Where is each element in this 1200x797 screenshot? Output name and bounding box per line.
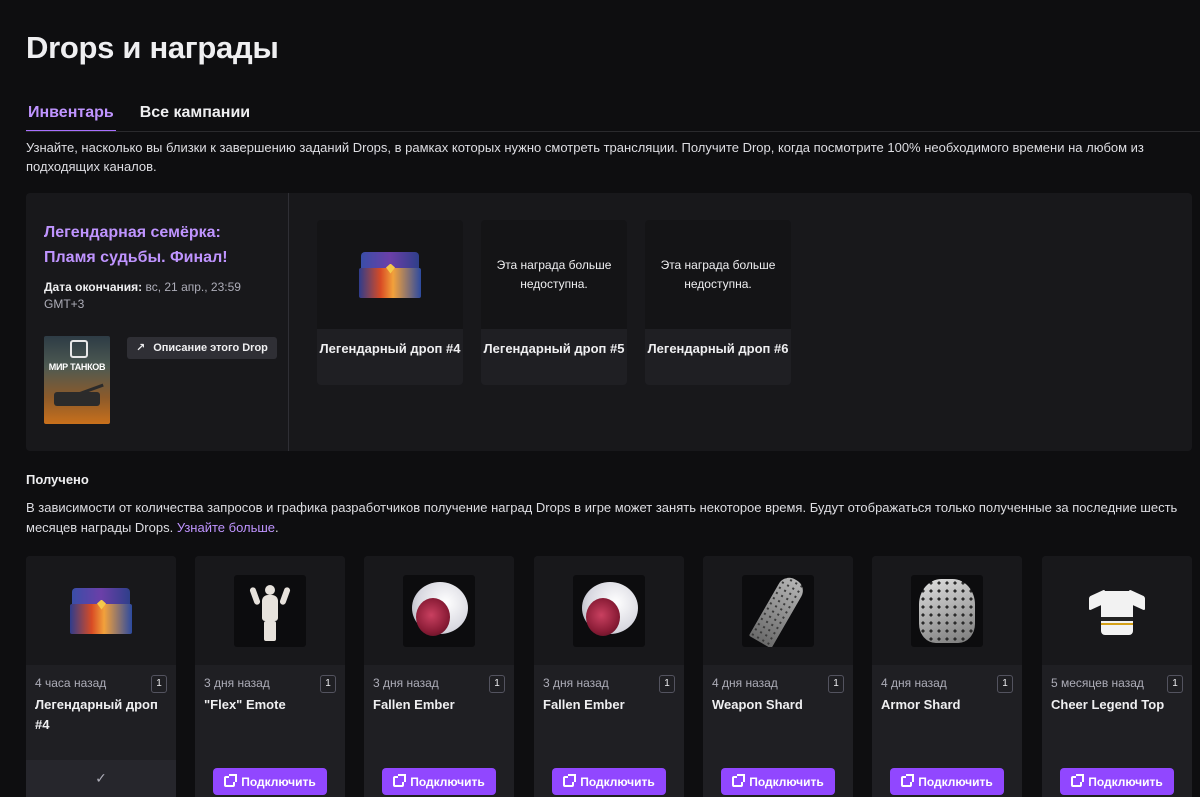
reward-image xyxy=(703,556,853,665)
connect-button[interactable]: Подключить xyxy=(213,768,327,795)
reward-count: 1 xyxy=(659,675,675,693)
game-emblem-icon xyxy=(70,340,88,358)
tabs: Инвентарь Все кампании xyxy=(26,100,274,132)
reward-count: 1 xyxy=(489,675,505,693)
tab-all-campaigns[interactable]: Все кампании xyxy=(138,100,252,132)
reward-count: 1 xyxy=(997,675,1013,693)
arrow-up-right-icon: ↗ xyxy=(136,342,146,354)
reward-image xyxy=(1042,556,1192,665)
reward-name: Fallen Ember xyxy=(543,697,625,712)
campaign-title[interactable]: Легендарная семёрка: Пламя судьбы. Финал… xyxy=(44,220,264,270)
connect-button[interactable]: Подключить xyxy=(1060,768,1174,795)
external-link-icon xyxy=(901,774,915,787)
reward-card: 5 месяцев назад 1 Cheer Legend Top Подкл… xyxy=(1042,556,1192,797)
reward-count: 1 xyxy=(828,675,844,693)
armor-shard-icon xyxy=(919,578,975,643)
connect-button[interactable]: Подключить xyxy=(721,768,835,795)
connect-label: Подключить xyxy=(241,774,316,789)
reward-name: "Flex" Emote xyxy=(204,697,286,712)
tabs-divider xyxy=(26,131,1200,132)
page-title: Drops и награды xyxy=(26,30,279,65)
external-link-icon xyxy=(393,774,407,787)
drop-unavailable-text: Эта награда больше недоступна. xyxy=(496,257,612,291)
reward-time: 5 месяцев назад xyxy=(1051,676,1144,690)
reward-name: Fallen Ember xyxy=(373,697,455,712)
reward-time: 3 дня назад xyxy=(543,676,609,690)
reward-count: 1 xyxy=(1167,675,1183,693)
reward-time: 4 дня назад xyxy=(881,676,947,690)
reward-count: 1 xyxy=(320,675,336,693)
claimed-status: ✓ xyxy=(26,760,176,797)
drop-name: Легендарный дроп #5 xyxy=(483,341,625,356)
ember-icon xyxy=(408,580,470,642)
drop-unavailable-text: Эта награда больше недоступна. xyxy=(660,257,776,291)
received-title: Получено xyxy=(26,472,89,487)
game-box-art[interactable]: МИР ТАНКОВ xyxy=(44,336,110,424)
reward-card: 3 дня назад 1 Fallen Ember Подключить xyxy=(364,556,514,797)
reward-image xyxy=(26,556,176,665)
chest-icon xyxy=(359,251,421,298)
reward-card: 4 часа назад 1 Легендарный дроп #4 ✓ xyxy=(26,556,176,797)
received-description: В зависимости от количества запросов и г… xyxy=(26,498,1194,538)
end-date-label: Дата окончания: xyxy=(44,280,143,294)
connect-label: Подключить xyxy=(410,774,485,789)
learn-more-link[interactable]: Узнайте больше xyxy=(177,520,275,535)
reward-card: 4 дня назад 1 Weapon Shard Подключить xyxy=(703,556,853,797)
campaign-card: Легендарная семёрка: Пламя судьбы. Финал… xyxy=(26,193,1192,451)
reward-image xyxy=(195,556,345,665)
reward-image xyxy=(364,556,514,665)
ember-icon xyxy=(578,580,640,642)
connect-label: Подключить xyxy=(918,774,993,789)
campaign-info: Легендарная семёрка: Пламя судьбы. Финал… xyxy=(26,193,289,451)
external-link-icon xyxy=(563,774,577,787)
reward-card: 3 дня назад 1 "Flex" Emote Подключить xyxy=(195,556,345,797)
chest-icon xyxy=(70,587,132,634)
reward-card: 3 дня назад 1 Fallen Ember Подключить xyxy=(534,556,684,797)
reward-image xyxy=(872,556,1022,665)
tab-inventory[interactable]: Инвентарь xyxy=(26,100,116,132)
drop-description-button[interactable]: ↗ Описание этого Drop xyxy=(127,337,277,359)
reward-time: 4 часа назад xyxy=(35,676,107,690)
drop-card: Эта награда больше недоступна. Легендарн… xyxy=(645,220,791,385)
external-link-icon xyxy=(1071,774,1085,787)
reward-name: Cheer Legend Top xyxy=(1051,697,1165,712)
flex-emote-icon xyxy=(249,581,291,641)
connect-label: Подключить xyxy=(1088,774,1163,789)
connect-button[interactable]: Подключить xyxy=(890,768,1004,795)
reward-count: 1 xyxy=(151,675,167,693)
campaign-end-date: Дата окончания: вс, 21 апр., 23:59 GMT+3 xyxy=(44,279,274,313)
reward-time: 3 дня назад xyxy=(373,676,439,690)
weapon-shard-icon xyxy=(748,574,808,647)
checkmark-icon: ✓ xyxy=(95,770,107,786)
drop-name: Легендарный дроп #6 xyxy=(647,341,789,356)
drop-card: Легендарный дроп #4 xyxy=(317,220,463,385)
reward-card: 4 дня назад 1 Armor Shard Подключить xyxy=(872,556,1022,797)
drop-card: Эта награда больше недоступна. Легендарн… xyxy=(481,220,627,385)
reward-name: Легендарный дроп #4 xyxy=(35,697,158,732)
reward-name: Weapon Shard xyxy=(712,697,803,712)
inventory-intro: Узнайте, насколько вы близки к завершени… xyxy=(26,140,1144,174)
drop-image: Эта награда больше недоступна. xyxy=(645,220,791,329)
connect-button[interactable]: Подключить xyxy=(382,768,496,795)
received-text-end: . xyxy=(275,520,279,535)
connect-label: Подключить xyxy=(580,774,655,789)
reward-name: Armor Shard xyxy=(881,697,961,712)
reward-image xyxy=(534,556,684,665)
shirt-icon xyxy=(1089,587,1145,635)
drop-description-label: Описание этого Drop xyxy=(153,342,268,354)
connect-button[interactable]: Подключить xyxy=(552,768,666,795)
game-logo: МИР ТАНКОВ xyxy=(48,362,106,372)
connect-label: Подключить xyxy=(749,774,824,789)
reward-time: 4 дня назад xyxy=(712,676,778,690)
tank-icon xyxy=(54,392,100,406)
external-link-icon xyxy=(224,774,238,787)
drop-name: Легендарный дроп #4 xyxy=(319,341,461,356)
external-link-icon xyxy=(732,774,746,787)
reward-time: 3 дня назад xyxy=(204,676,270,690)
drop-image: Эта награда больше недоступна. xyxy=(481,220,627,329)
drop-image xyxy=(317,220,463,329)
